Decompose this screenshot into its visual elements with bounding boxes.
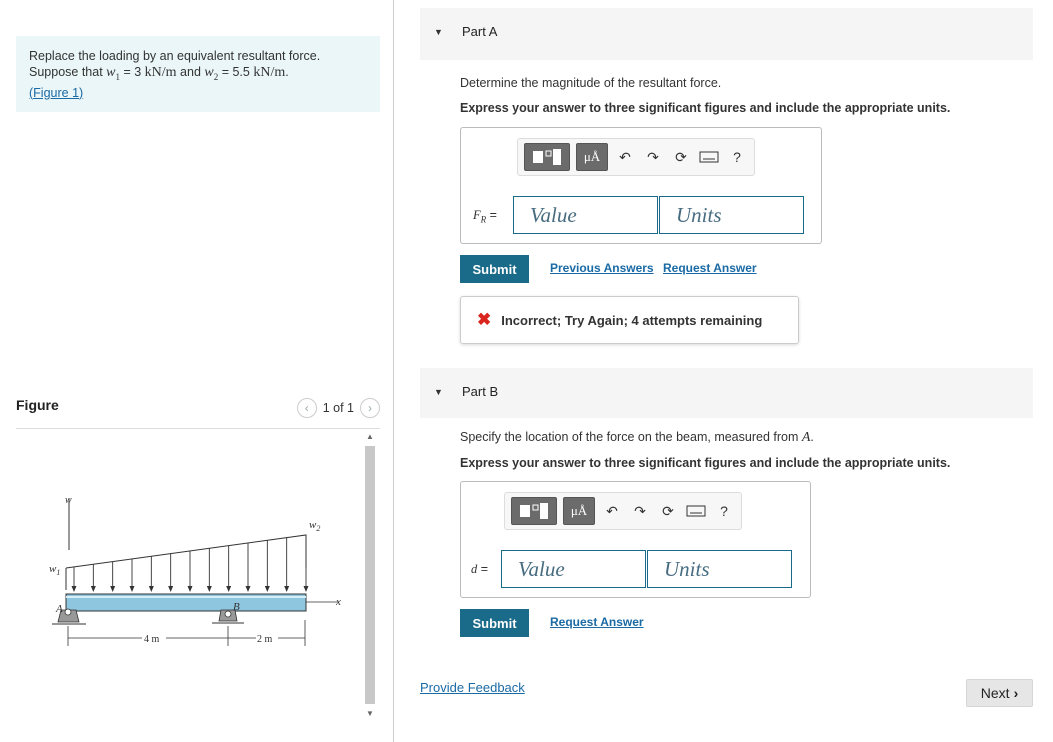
load-arrow-head: [245, 586, 251, 592]
part-a-answer-box: μÅ ↶ ↷ ⟳ ? FR = Value Units: [460, 127, 822, 244]
d-label: d =: [471, 562, 489, 576]
figure-scrollbar[interactable]: ▲ ▼: [362, 432, 378, 718]
part-b-submit-button[interactable]: Submit: [460, 609, 529, 637]
part-a-request-answer-link[interactable]: Request Answer: [663, 261, 757, 275]
keyboard-icon[interactable]: [698, 146, 720, 168]
previous-answers-link[interactable]: Previous Answers: [550, 261, 654, 275]
d-value-input[interactable]: Value: [501, 550, 646, 588]
fr-value-input[interactable]: Value: [513, 196, 658, 234]
help-icon[interactable]: ?: [713, 500, 735, 522]
part-b-question: Specify the location of the force on the…: [460, 430, 814, 445]
label-w: w: [65, 495, 72, 506]
label-w1: w1: [49, 563, 60, 577]
figure-title: Figure: [16, 397, 59, 413]
units-button[interactable]: μÅ: [563, 497, 595, 525]
error-x-icon: ✖: [477, 310, 492, 329]
load-arrow-head: [168, 586, 174, 592]
prev-figure-button[interactable]: ‹: [296, 398, 317, 418]
column-divider: [393, 0, 394, 742]
help-icon[interactable]: ?: [726, 146, 748, 168]
problem-line1: Replace the loading by an equivalent res…: [29, 49, 321, 63]
part-b-request-answer-link[interactable]: Request Answer: [550, 615, 644, 629]
load-arrow-head: [303, 586, 309, 592]
load-arrow-head: [129, 586, 135, 592]
figure-page-count: 1 of 1: [322, 401, 354, 415]
part-b-answer-box: μÅ ↶ ↷ ⟳ ? d = Value Units: [460, 481, 811, 598]
label-x: x: [335, 596, 341, 608]
label-b: B: [233, 601, 240, 613]
part-a-submit-button[interactable]: Submit: [460, 255, 529, 283]
label-w2: w2: [309, 519, 320, 533]
load-arrow-head: [90, 586, 96, 592]
reset-icon[interactable]: ⟳: [670, 146, 692, 168]
load-arrow-head: [148, 586, 154, 592]
part-a-toolbar: μÅ ↶ ↷ ⟳ ?: [517, 138, 755, 176]
load-arrow-head: [226, 586, 232, 592]
problem-line2: Suppose that w1 = 3 kN/m and w2 = 5.5 kN…: [29, 65, 289, 82]
scroll-thumb[interactable]: [365, 446, 375, 704]
label-a: A: [55, 603, 63, 615]
part-b-instruction: Express your answer to three significant…: [460, 456, 951, 470]
problem-statement: Replace the loading by an equivalent res…: [16, 36, 380, 112]
load-arrow-head: [206, 586, 212, 592]
reset-icon[interactable]: ⟳: [657, 500, 679, 522]
keyboard-icon[interactable]: [685, 500, 707, 522]
beam-diagram: w w1 w2 A B x 4 m 2 m: [49, 495, 341, 646]
load-arrow-head: [264, 586, 270, 592]
scroll-down-icon[interactable]: ▼: [366, 709, 374, 718]
figure-header: Figure ‹ 1 of 1 ›: [16, 397, 380, 429]
fr-label: FR =: [473, 208, 497, 225]
figure-pager: ‹ 1 of 1 ›: [296, 398, 380, 418]
dimension-4m: 4 m: [144, 634, 160, 645]
distributed-load-arrows: [71, 535, 309, 592]
part-a-question: Determine the magnitude of the resultant…: [460, 76, 722, 90]
load-arrow-head: [110, 586, 116, 592]
load-arrow-head: [187, 586, 193, 592]
load-arrow-head: [284, 586, 290, 592]
templates-button[interactable]: [511, 497, 557, 525]
part-a-header[interactable]: ▼ Part A: [420, 8, 1033, 60]
part-a-instruction: Express your answer to three significant…: [460, 101, 951, 115]
part-a-feedback: ✖ Incorrect; Try Again; 4 attempts remai…: [460, 296, 799, 344]
next-figure-button[interactable]: ›: [360, 398, 380, 418]
scroll-up-icon[interactable]: ▲: [366, 432, 374, 441]
feedback-text: Incorrect; Try Again; 4 attempts remaini…: [501, 312, 763, 328]
undo-icon[interactable]: ↶: [614, 146, 636, 168]
redo-icon[interactable]: ↷: [629, 500, 651, 522]
d-units-input[interactable]: Units: [647, 550, 792, 588]
beam-figure: w w1 w2 A B x 4 m 2 m: [16, 430, 362, 720]
fr-units-input[interactable]: Units: [659, 196, 804, 234]
part-b-toolbar: μÅ ↶ ↷ ⟳ ?: [504, 492, 742, 530]
collapse-icon[interactable]: ▼: [434, 27, 443, 37]
units-button[interactable]: μÅ: [576, 143, 608, 171]
templates-button[interactable]: [524, 143, 570, 171]
collapse-icon[interactable]: ▼: [434, 387, 443, 397]
part-b-label: Part B: [462, 384, 499, 399]
part-b-header[interactable]: ▼ Part B: [420, 368, 1033, 418]
figure-link[interactable]: (Figure 1): [29, 86, 83, 100]
chevron-right-icon: ›: [1013, 685, 1019, 701]
dimension-2m: 2 m: [257, 634, 273, 645]
next-label: Next: [980, 685, 1010, 701]
undo-icon[interactable]: ↶: [601, 500, 623, 522]
provide-feedback-link[interactable]: Provide Feedback: [420, 680, 525, 695]
load-arrow-head: [71, 586, 77, 592]
next-button[interactable]: Next ›: [966, 679, 1033, 707]
redo-icon[interactable]: ↷: [642, 146, 664, 168]
part-a-label: Part A: [462, 24, 498, 39]
